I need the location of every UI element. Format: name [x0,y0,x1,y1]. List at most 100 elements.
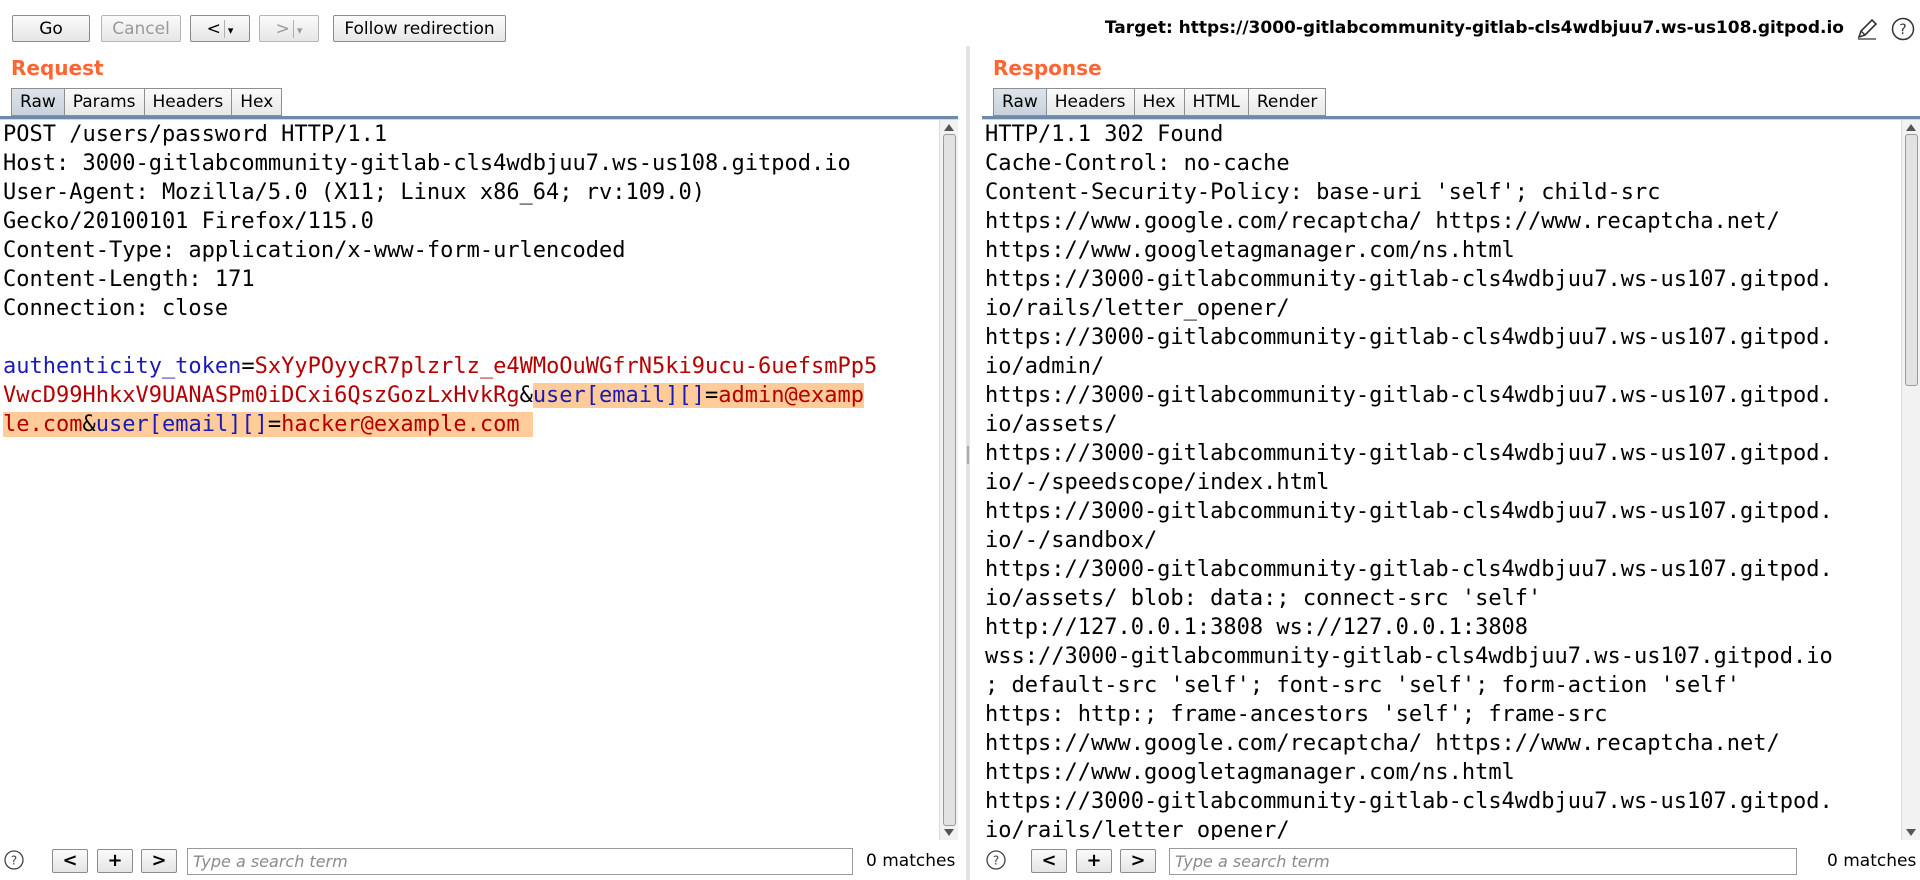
search-input[interactable] [1169,848,1797,875]
request-title: Request [11,56,104,80]
response-line: wss://3000-gitlabcommunity-gitlab-cls4wd… [985,644,1833,669]
match-count: 0 matches [866,851,956,871]
pencil-icon[interactable] [1854,16,1880,42]
separator [292,20,294,38]
response-line: Content-Security-Policy: base-uri 'self'… [985,180,1661,205]
ampersand: & [82,412,96,437]
scroll-up-icon[interactable] [1906,124,1916,131]
response-title: Response [993,56,1102,80]
tab-hex[interactable]: Hex [231,88,283,116]
response-line: https://3000-gitlabcommunity-gitlab-cls4… [985,267,1833,292]
scrollbar-thumb[interactable] [943,134,956,826]
back-arrow-icon: < [206,19,221,39]
splitter-grip[interactable] [967,446,969,464]
response-line: http://127.0.0.1:3808 ws://127.0.0.1:380… [985,615,1529,640]
response-line: io/admin/ [985,354,1105,379]
equals-sign: = [705,383,719,408]
request-header-line: User-Agent: Mozilla/5.0 (X11; Linux x86_… [3,180,705,205]
scroll-down-icon[interactable] [1906,829,1916,836]
pane-splitter[interactable] [966,46,970,880]
param-value: VwcD99HhkxV9UANASPm0iDCxi6QszGozLxHvkRg [3,383,520,408]
search-prev-button[interactable]: < [52,849,88,873]
response-line: ; default-src 'self'; font-src 'self'; f… [985,673,1740,698]
request-pane: Request Raw Params Headers Hex POST /use… [0,56,958,880]
request-editor[interactable]: POST /users/password HTTP/1.1 Host: 3000… [0,120,940,840]
cancel-button[interactable]: Cancel [101,15,181,42]
param-value: hacker@example.com [281,412,520,437]
response-line: Cache-Control: no-cache [985,151,1290,176]
request-header-line: Gecko/20100101 Firefox/115.0 [3,209,374,234]
tab-hex[interactable]: Hex [1133,88,1184,116]
request-search-bar: ? < + > 0 matches [0,840,958,880]
search-prev-button[interactable]: < [1031,849,1067,873]
tab-headers[interactable]: Headers [1045,88,1134,116]
help-icon[interactable]: ? [1890,16,1916,42]
param-value: SxYyPOyycR7plzrlz_e4WMoOuWGfrN5ki9ucu-6u… [254,354,878,379]
response-line: https://www.googletagmanager.com/ns.html [985,238,1515,263]
scrollbar-thumb[interactable] [1905,134,1918,386]
param-name: user[email][] [532,383,705,408]
tab-html[interactable]: HTML [1183,88,1248,116]
scroll-up-icon[interactable] [944,124,954,131]
search-add-button[interactable]: + [1076,849,1112,873]
top-toolbar: Go Cancel < ▾ > ▾ Follow redirection Targe… [0,0,1920,56]
param-value: le.com [3,412,83,437]
tab-params[interactable]: Params [63,88,144,116]
highlighted-selection[interactable]: user[email][]=admin@examp​ [532,383,864,408]
svg-text:?: ? [1899,22,1906,38]
search-input[interactable] [187,848,853,875]
match-count: 0 matches [1827,851,1917,871]
back-dropdown-icon[interactable]: ▾ [228,24,234,37]
request-header-line: Content-Length: 171 [3,267,255,292]
response-line: HTTP/1.1 302 Found [985,122,1224,147]
equals-sign: = [267,412,282,437]
help-icon[interactable]: ? [3,849,25,871]
response-pane: Response Raw Headers Hex HTML Render HTT… [982,56,1920,880]
equals-sign: = [241,354,255,379]
response-line: https://www.google.com/recaptcha/ https:… [985,731,1780,756]
svg-text:?: ? [11,854,17,868]
follow-redirection-button[interactable]: Follow redirection [333,15,506,42]
request-header-line: Connection: close [3,296,229,321]
search-next-button[interactable]: > [141,849,177,873]
tab-headers[interactable]: Headers [143,88,232,116]
response-line: https://3000-gitlabcommunity-gitlab-cls4… [985,325,1833,350]
response-line: io/rails/letter_opener/ [985,296,1290,321]
tab-render[interactable]: Render [1247,88,1327,116]
request-header-line: Content-Type: application/x-www-form-url… [3,238,626,263]
request-tabs: Raw Params Headers Hex [11,88,283,116]
param-name: user[email][] [95,412,268,437]
response-line: io/rails/letter_opener/ [985,818,1290,840]
response-scrollbar[interactable] [1901,120,1920,840]
scroll-down-icon[interactable] [944,829,954,836]
param-name: authenticity_token [3,354,242,379]
forward-button[interactable]: > ▾ [259,15,319,42]
response-line: https: http:; frame-ancestors 'self'; fr… [985,702,1608,727]
response-line: io/assets/ blob: data:; connect-src 'sel… [985,586,1542,611]
response-line: https://3000-gitlabcommunity-gitlab-cls4… [985,557,1833,582]
forward-dropdown-icon[interactable]: ▾ [297,24,303,37]
response-line: io/-/sandbox/ [985,528,1158,553]
request-scrollbar[interactable] [939,120,958,840]
search-next-button[interactable]: > [1120,849,1156,873]
search-add-button[interactable]: + [97,849,133,873]
response-line: https://3000-gitlabcommunity-gitlab-cls4… [985,499,1833,524]
separator [223,20,225,38]
highlighted-selection[interactable]: le.com&user[email][]=hacker@example.com [3,412,533,437]
request-body-line: le.com&user[email][]=hacker@example.com [0,410,940,439]
trailing-space [520,412,533,437]
tab-raw[interactable]: Raw [11,88,64,116]
ampersand: & [519,383,533,408]
request-body-line: VwcD99HhkxV9UANASPm0iDCxi6QszGozLxHvkRg&… [0,381,940,410]
response-line: io/assets/ [985,412,1118,437]
back-button[interactable]: < ▾ [190,15,250,42]
forward-arrow-icon: > [275,19,290,39]
response-editor[interactable]: HTTP/1.1 302 Found Cache-Control: no-cac… [982,120,1902,840]
target-url: Target: https://3000-gitlabcommunity-git… [1104,18,1844,38]
go-button[interactable]: Go [12,15,90,42]
request-header-line: Host: 3000-gitlabcommunity-gitlab-cls4wd… [3,151,851,176]
response-line: https://3000-gitlabcommunity-gitlab-cls4… [985,383,1833,408]
tab-raw[interactable]: Raw [993,88,1046,116]
help-icon[interactable]: ? [985,849,1007,871]
